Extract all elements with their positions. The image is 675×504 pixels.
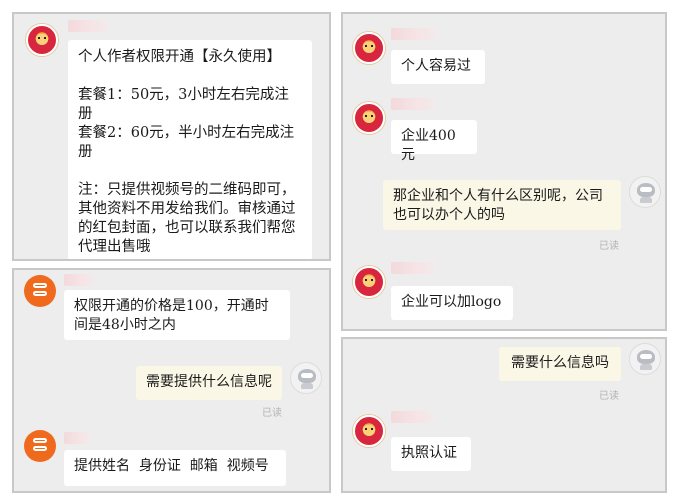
message-bubble-license[interactable]: 执照认证: [391, 437, 471, 471]
seller-avatar[interactable]: [24, 430, 56, 462]
message-bubble-logo[interactable]: 企业可以加logo: [391, 286, 513, 320]
sender-name-blurred: [64, 274, 94, 286]
sender-name-blurred: [68, 20, 108, 32]
user-avatar[interactable]: [629, 176, 661, 208]
tiger-mascot-icon: [363, 276, 375, 287]
tiger-mascot-icon: [363, 112, 375, 123]
message-bubble-question[interactable]: 那企业和个人有什么区别呢，公司也可以办个人的吗: [383, 180, 621, 230]
message-bubble-package-info[interactable]: 个人作者权限开通【永久使用】 套餐1：50元，3小时左右完成注册 套餐2：60元…: [68, 40, 312, 259]
sender-name-blurred: [391, 98, 435, 110]
tiger-mascot-icon: [36, 34, 48, 45]
chat-panel-bottom-right: 需要什么信息吗 已读 执照认证: [341, 337, 667, 493]
user-avatar[interactable]: [290, 362, 322, 394]
seller-avatar[interactable]: [353, 415, 385, 447]
logo-icon: [33, 438, 47, 454]
seller-avatar[interactable]: [353, 32, 385, 64]
sender-name-blurred: [64, 432, 90, 444]
seller-avatar[interactable]: [24, 275, 56, 307]
sender-name-blurred: [391, 28, 437, 40]
seller-avatar[interactable]: [26, 24, 58, 56]
chat-panel-bottom-left: 权限开通的价格是100，开通时间是48小时之内 需要提供什么信息呢 已读 提供姓…: [12, 268, 331, 493]
seller-avatar[interactable]: [353, 102, 385, 134]
read-status: 已读: [599, 391, 619, 402]
tiger-mascot-icon: [363, 425, 375, 436]
read-status: 已读: [599, 241, 619, 252]
message-bubble-ask-info[interactable]: 需要提供什么信息呢: [136, 366, 282, 400]
chat-panel-top-left: 个人作者权限开通【永久使用】 套餐1：50元，3小时左右完成注册 套餐2：60元…: [12, 12, 331, 261]
logo-icon: [33, 283, 47, 299]
message-bubble-enterprise-price[interactable]: 企业400元: [391, 120, 477, 163]
read-status: 已读: [262, 408, 282, 419]
message-bubble-ask-info[interactable]: 需要什么信息吗: [499, 347, 621, 381]
tiger-mascot-icon: [363, 42, 375, 53]
message-bubble-required-info[interactable]: 提供姓名 身份证 邮箱 视频号: [64, 450, 286, 486]
user-avatar[interactable]: [629, 343, 661, 375]
seller-avatar[interactable]: [353, 266, 385, 298]
sender-name-blurred: [391, 411, 435, 423]
sender-name-blurred: [391, 262, 435, 274]
message-bubble-personal[interactable]: 个人容易过: [391, 50, 485, 84]
message-bubble-price[interactable]: 权限开通的价格是100，开通时间是48小时之内: [64, 290, 290, 340]
chat-panel-top-right: 个人容易过 企业400元 那企业和个人有什么区别呢，公司也可以办个人的吗 已读 …: [341, 12, 667, 331]
